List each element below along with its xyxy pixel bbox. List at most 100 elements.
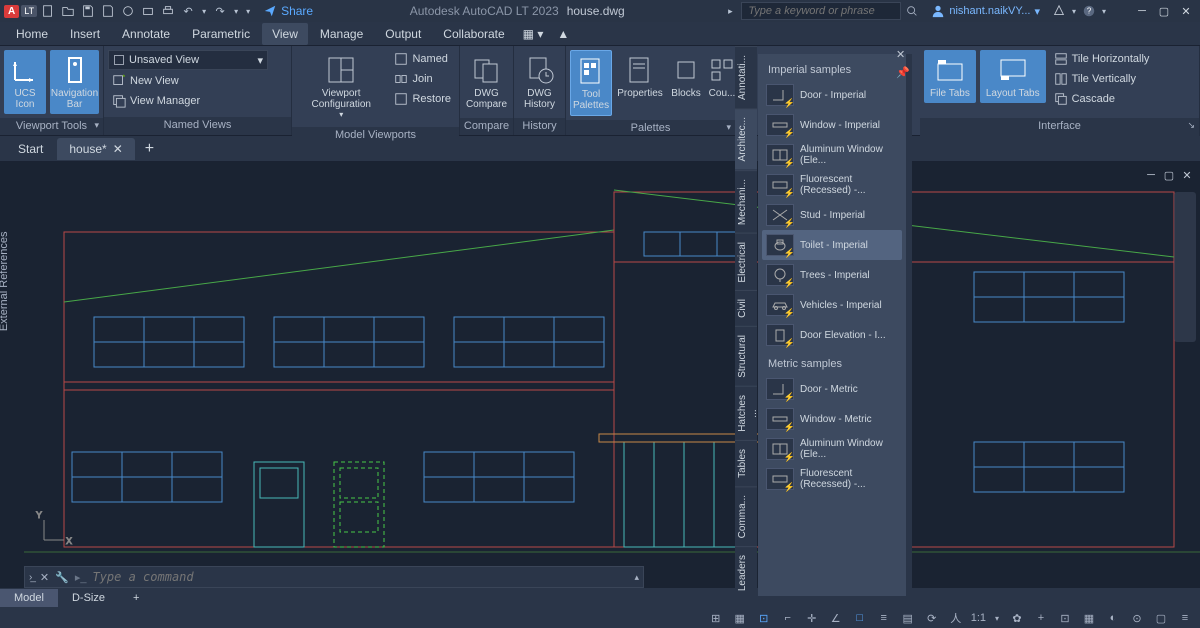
command-line[interactable]: ›_ ✕ 🔧 ▸_ ▴ <box>24 566 644 588</box>
help-icon[interactable]: ? <box>1080 2 1098 20</box>
palette-tab-commands[interactable]: Comma... <box>735 486 757 546</box>
palette-item-vehicles[interactable]: Vehicles - Imperial <box>762 290 902 320</box>
plot-icon[interactable] <box>139 2 157 20</box>
search-input[interactable] <box>741 2 901 20</box>
ortho-icon[interactable]: ⌐ <box>779 610 797 626</box>
isolate-icon[interactable]: ◐ <box>1104 610 1122 626</box>
tab-close-icon[interactable]: ✕ <box>113 142 123 156</box>
palette-item-fluorescent-metric[interactable]: Fluorescent (Recessed) -... <box>762 464 902 494</box>
named-viewport-button[interactable]: Named <box>390 50 455 68</box>
cmd-close-icon[interactable]: ✕ <box>40 571 49 584</box>
palette-item-door-metric[interactable]: Door - Metric <box>762 374 902 404</box>
ribbon-collapse-icon[interactable]: ▲ <box>551 23 575 45</box>
count-button[interactable]: Cou... <box>708 50 736 103</box>
palette-tab-structural[interactable]: Structural <box>735 326 757 386</box>
web-icon[interactable] <box>119 2 137 20</box>
tab-start[interactable]: Start <box>6 138 55 160</box>
view-combo[interactable]: Unsaved View▾ <box>108 50 268 70</box>
minimize-icon[interactable]: ─ <box>1132 3 1152 19</box>
layout-dsize-tab[interactable]: D-Size <box>58 589 119 607</box>
navigation-bar-button[interactable]: Navigation Bar <box>50 50 99 114</box>
tile-vertically-button[interactable]: Tile Vertically <box>1050 70 1154 88</box>
drawing-canvas[interactable]: External References <box>0 162 1200 588</box>
maximize-icon[interactable]: ▢ <box>1154 3 1174 19</box>
annoscale-icon[interactable]: 人 <box>947 610 965 626</box>
new-view-button[interactable]: *New View <box>108 72 287 90</box>
snap-icon[interactable]: ⊡ <box>755 610 773 626</box>
palette-item-fluorescent[interactable]: Fluorescent (Recessed) -... <box>762 170 902 200</box>
open-icon[interactable] <box>59 2 77 20</box>
undo-icon[interactable]: ↶ <box>179 2 197 20</box>
palette-item-aluminum-window-metric[interactable]: Aluminum Window (Ele... <box>762 434 902 464</box>
customize-status-icon[interactable]: ≡ <box>1176 610 1194 626</box>
menu-insert[interactable]: Insert <box>60 23 110 45</box>
properties-button[interactable]: Properties <box>616 50 664 103</box>
menu-view[interactable]: View <box>262 23 308 45</box>
palette-item-trees[interactable]: Trees - Imperial <box>762 260 902 290</box>
help-dropdown-icon[interactable]: ▾ <box>1100 2 1108 20</box>
tool-palettes-button[interactable]: Tool Palettes <box>570 50 612 116</box>
user-account[interactable]: nishant.naikVY... ▾ <box>931 4 1040 18</box>
scale-dropdown-icon[interactable]: ▾ <box>992 610 1002 626</box>
menu-annotate[interactable]: Annotate <box>112 23 180 45</box>
external-references-panel[interactable]: External References <box>0 231 10 331</box>
print-icon[interactable] <box>159 2 177 20</box>
viewport-close-icon[interactable]: ✕ <box>1180 168 1194 182</box>
palette-tab-electrical[interactable]: Electrical <box>735 233 757 291</box>
menu-home[interactable]: Home <box>6 23 58 45</box>
viewport-maximize-icon[interactable]: ▢ <box>1162 168 1176 182</box>
close-icon[interactable]: ✕ <box>1176 3 1196 19</box>
palette-item-window-imperial[interactable]: Window - Imperial <box>762 110 902 140</box>
model-tab[interactable]: Model <box>0 589 58 607</box>
isodraft-icon[interactable]: ∠ <box>827 610 845 626</box>
autodesk-dropdown-icon[interactable]: ▾ <box>1070 2 1078 20</box>
cycling-icon[interactable]: ⟳ <box>923 610 941 626</box>
cmd-history-icon[interactable]: ›_ <box>29 572 34 583</box>
palette-item-door-imperial[interactable]: Door - Imperial <box>762 80 902 110</box>
navigation-bar-widget[interactable] <box>1174 192 1196 342</box>
search-dropdown-icon[interactable]: ▸ <box>721 2 739 20</box>
modelspace-icon[interactable]: ⊞ <box>707 610 725 626</box>
tile-horizontally-button[interactable]: Tile Horizontally <box>1050 50 1154 68</box>
new-icon[interactable] <box>39 2 57 20</box>
file-tabs-button[interactable]: File Tabs <box>924 50 976 103</box>
palette-close-icon[interactable]: ✕ <box>896 48 905 61</box>
search-icon[interactable] <box>903 2 921 20</box>
palette-tab-annotation[interactable]: Annotati... <box>735 46 757 108</box>
palette-tab-mechanical[interactable]: Mechani... <box>735 170 757 233</box>
palette-tab-civil[interactable]: Civil <box>735 290 757 326</box>
menu-manage[interactable]: Manage <box>310 23 373 45</box>
hardware-accel-icon[interactable]: ⊙ <box>1128 610 1146 626</box>
cmd-customize-icon[interactable]: 🔧 <box>55 571 69 584</box>
palette-tab-architectural[interactable]: Architec... <box>735 108 757 169</box>
add-layout-button[interactable]: + <box>119 589 153 607</box>
workspace-icon[interactable]: ✿ <box>1008 610 1026 626</box>
share-button[interactable]: Share <box>263 4 313 18</box>
palette-tab-leaders[interactable]: Leaders <box>735 546 757 599</box>
palette-pin-icon[interactable]: 📌 <box>896 66 910 79</box>
tab-house[interactable]: house*✕ <box>57 138 134 160</box>
view-manager-button[interactable]: View Manager <box>108 92 287 110</box>
cleanscreen-icon[interactable]: ▢ <box>1152 610 1170 626</box>
menu-output[interactable]: Output <box>375 23 431 45</box>
menu-featured-apps[interactable]: ▦ ▾ <box>517 23 550 45</box>
layout-tabs-button[interactable]: Layout Tabs <box>980 50 1046 103</box>
menu-parametric[interactable]: Parametric <box>182 23 260 45</box>
palette-item-aluminum-window[interactable]: Aluminum Window (Ele... <box>762 140 902 170</box>
transparency-icon[interactable]: ▤ <box>899 610 917 626</box>
undo-dropdown-icon[interactable]: ▾ <box>199 2 209 20</box>
restore-viewport-button[interactable]: Restore <box>390 90 455 108</box>
grid-icon[interactable]: ▦ <box>731 610 749 626</box>
new-tab-button[interactable]: + <box>137 140 162 158</box>
palette-item-door-elevation[interactable]: Door Elevation - I... <box>762 320 902 350</box>
palette-tab-hatches[interactable]: Hatches ... <box>735 386 757 440</box>
annotation-monitor-icon[interactable]: + <box>1032 610 1050 626</box>
cmd-expand-icon[interactable]: ▴ <box>634 572 639 583</box>
save-as-icon[interactable] <box>99 2 117 20</box>
scale-label[interactable]: 1:1 <box>971 610 986 626</box>
command-input[interactable] <box>92 570 628 584</box>
redo-dropdown-icon[interactable]: ▾ <box>231 2 241 20</box>
quickprops-icon[interactable]: ▦ <box>1080 610 1098 626</box>
osnap-icon[interactable]: □ <box>851 610 869 626</box>
palette-item-toilet[interactable]: Toilet - Imperial <box>762 230 902 260</box>
